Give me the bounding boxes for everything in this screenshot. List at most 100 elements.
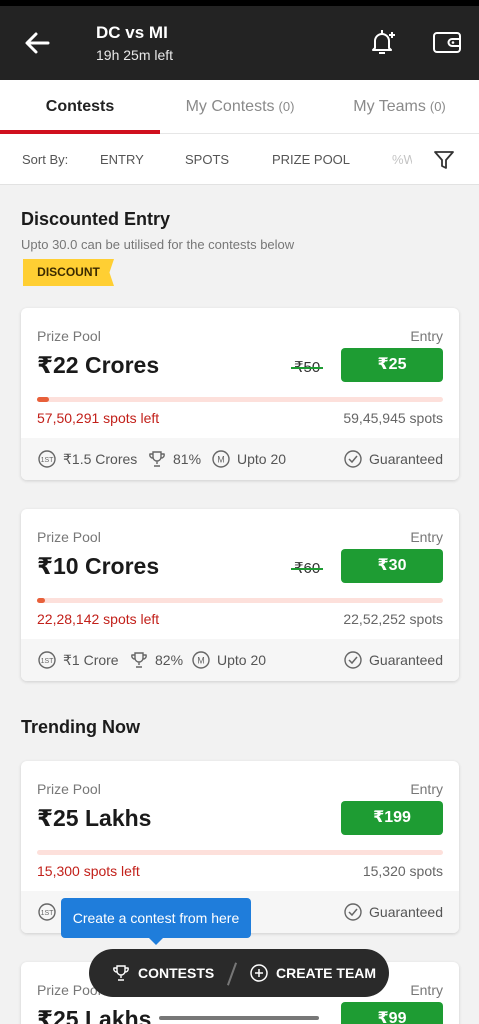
trophy-icon	[113, 965, 129, 981]
contest-tabs: Contests My Contests (0) My Teams (0)	[0, 80, 479, 134]
spots-left: 15,300 spots left	[37, 863, 140, 879]
total-spots: 22,52,252 spots	[343, 611, 443, 627]
tab-my-teams[interactable]: My Teams (0)	[320, 80, 479, 134]
app-header: DC vs MI 19h 25m left	[0, 6, 479, 80]
contest-card[interactable]: Prize Pool Entry ₹22 Crores ₹50 ₹25 57,5…	[21, 308, 459, 480]
svg-text:M: M	[217, 455, 225, 465]
guaranteed-check-icon	[344, 651, 362, 669]
contests-button-label: CONTESTS	[138, 965, 215, 981]
svg-text:M: M	[197, 656, 205, 666]
first-prize-value: ₹1.5 Crores	[63, 451, 138, 467]
sort-by-label: Sort By:	[22, 152, 69, 167]
tab-contests[interactable]: Contests	[0, 80, 160, 134]
max-teams-value: Upto 20	[237, 451, 287, 467]
create-contest-tooltip[interactable]: Create a contest from here	[61, 898, 251, 945]
tab-label: My Teams	[353, 98, 426, 115]
entry-fee-button[interactable]: ₹199	[341, 801, 443, 835]
tab-count: (0)	[278, 99, 295, 114]
plus-circle-icon	[250, 964, 268, 982]
first-prize-value: ₹1 Crore	[63, 652, 119, 668]
entry-fee-button[interactable]: ₹25	[341, 348, 443, 382]
guaranteed: Guaranteed	[343, 438, 443, 480]
create-team-button-label: CREATE TEAM	[276, 965, 377, 981]
total-spots: 59,45,945 spots	[343, 410, 443, 426]
guaranteed-check-icon	[344, 450, 362, 468]
entry-label: Entry	[410, 328, 443, 344]
total-spots: 15,320 spots	[362, 863, 443, 879]
entry-label: Entry	[410, 529, 443, 545]
trending-now-title: Trending Now	[21, 717, 140, 737]
sort-bar: Sort By: ENTRY SPOTS PRIZE POOL %W	[0, 134, 479, 185]
svg-text:1ST: 1ST	[41, 910, 55, 917]
multi-entry-icon: M	[212, 450, 230, 468]
discounted-entry-subtitle: Upto 30.0 can be utilised for the contes…	[21, 237, 295, 252]
original-entry-fee: ₹50	[290, 359, 324, 376]
bottom-action-bar: CONTESTS CREATE TEAM	[89, 949, 389, 997]
sort-prize-pool[interactable]: PRIZE POOL	[272, 134, 350, 185]
discounted-entry-title: Discounted Entry	[21, 209, 171, 229]
trophy-icon	[131, 652, 147, 668]
contests-button[interactable]: CONTESTS	[111, 949, 214, 997]
spots-left: 22,28,142 spots left	[37, 611, 160, 627]
svg-text:1ST: 1ST	[41, 658, 55, 665]
contest-card[interactable]: Prize Pool Entry ₹10 Crores ₹60 ₹30 22,2…	[21, 509, 459, 681]
prize-amount: ₹10 Crores	[37, 553, 160, 579]
sort-spots[interactable]: SPOTS	[185, 134, 229, 185]
entry-label: Entry	[410, 982, 443, 998]
sort-entry[interactable]: ENTRY	[100, 134, 144, 185]
bell-add-icon[interactable]	[367, 27, 397, 57]
win-percent: 82%	[129, 639, 183, 681]
contest-card-footer: 1ST ₹1.5 Crores 81% M Upto 20 Guaranteed	[21, 438, 459, 480]
prize-pool-label: Prize Pool	[37, 781, 101, 797]
guaranteed: Guaranteed	[343, 639, 443, 681]
spots-progress-bar	[37, 397, 443, 402]
tab-count: (0)	[429, 99, 446, 114]
prize-pool-label: Prize Pool	[37, 328, 101, 344]
entry-fee-button[interactable]: ₹99	[341, 1002, 443, 1024]
tab-label: My Contests	[185, 98, 275, 115]
win-percent-value: 81%	[173, 451, 202, 467]
prize-amount: ₹22 Crores	[37, 352, 160, 378]
filter-icon[interactable]	[432, 148, 456, 172]
contest-card-footer: 1ST ₹1 Crore 82% M Upto 20 Guaranteed	[21, 639, 459, 681]
guaranteed-label: Guaranteed	[369, 451, 443, 467]
original-entry-fee: ₹60	[290, 560, 324, 577]
max-teams: M Upto 20	[191, 639, 266, 681]
prize-amount: ₹25 Lakhs	[37, 1006, 152, 1024]
max-teams-value: Upto 20	[217, 652, 267, 668]
home-indicator	[159, 1016, 319, 1020]
first-prize: 1ST ₹1 Crore	[37, 639, 119, 681]
win-percent-value: 82%	[155, 652, 184, 668]
guaranteed-label: Guaranteed	[369, 652, 443, 668]
match-title: DC vs MI	[96, 23, 168, 42]
max-teams: M Upto 20	[211, 438, 286, 480]
trophy-icon	[149, 451, 165, 467]
svg-text:1ST: 1ST	[41, 457, 55, 464]
wallet-icon[interactable]	[431, 27, 463, 57]
win-percent: 81%	[147, 438, 201, 480]
guaranteed-check-icon	[344, 903, 362, 921]
first-prize: 1ST	[37, 891, 63, 933]
prize-pool-label: Prize Pool	[37, 529, 101, 545]
guaranteed: Guaranteed	[343, 891, 443, 933]
tab-my-contests[interactable]: My Contests (0)	[160, 80, 320, 134]
tab-label: Contests	[45, 98, 115, 115]
first-prize-icon: 1ST	[38, 903, 56, 921]
spots-left: 57,50,291 spots left	[37, 410, 160, 426]
time-left: 19h 25m left	[96, 47, 174, 63]
guaranteed-label: Guaranteed	[369, 904, 443, 920]
create-team-button[interactable]: CREATE TEAM	[249, 949, 376, 997]
sort-win-percent[interactable]: %W	[392, 134, 412, 185]
prize-amount: ₹25 Lakhs	[37, 805, 152, 831]
first-prize: 1ST ₹1.5 Crores	[37, 438, 137, 480]
multi-entry-icon: M	[192, 651, 210, 669]
back-arrow-icon[interactable]	[22, 28, 52, 58]
spots-progress-bar	[37, 598, 443, 603]
entry-label: Entry	[410, 781, 443, 797]
spots-progress-fill	[37, 397, 50, 402]
first-prize-icon: 1ST	[38, 651, 56, 669]
spots-progress-bar	[37, 850, 443, 855]
entry-fee-button[interactable]: ₹30	[341, 549, 443, 583]
spots-progress-fill	[37, 598, 46, 603]
discount-badge: DISCOUNT	[23, 259, 114, 286]
